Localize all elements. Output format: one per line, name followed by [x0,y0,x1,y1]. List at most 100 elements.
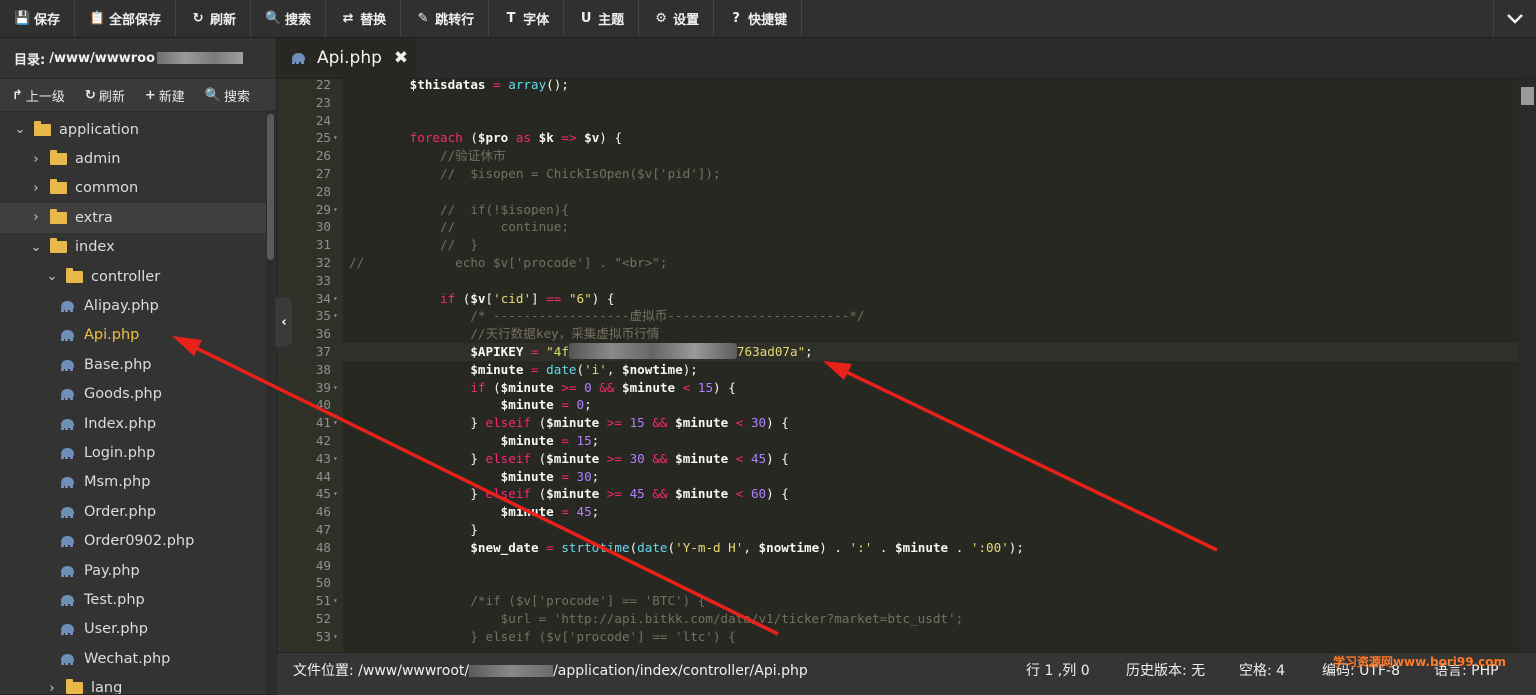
save-all-button[interactable]: 📋 全部保存 [75,0,177,37]
tree-folder[interactable]: › common [0,174,266,203]
cursor-position[interactable]: 行 1 ,列 0 [1026,653,1090,689]
editor-scrollbar[interactable] [1519,79,1536,652]
tree-file[interactable]: Order.php [0,497,266,526]
save-button[interactable]: 💾 保存 [0,0,76,37]
theme-button[interactable]: U 主题 [564,0,640,37]
tree-file[interactable]: Index.php [0,409,266,438]
code-token: ; [591,433,600,448]
code-line[interactable]: 34 ▾ if ($v['cid'] == "6") { [277,290,1519,308]
code-line[interactable]: 36 //天行数据key，采集虚拟币行情 [277,325,1519,343]
chevron-right-icon[interactable]: › [44,681,60,694]
code-line[interactable]: 23 [277,94,1519,112]
code-line[interactable]: 42 $minute = 15; [277,432,1519,450]
code-line[interactable]: 46 $minute = 45; [277,503,1519,521]
indent-spaces[interactable]: 空格: 4 [1239,653,1285,689]
code-line[interactable]: 26 //验证休市 [277,147,1519,165]
chevron-down-icon[interactable]: ⌄ [44,269,60,284]
chevron-right-icon[interactable]: › [28,152,44,167]
line-number: 52 [315,611,331,626]
code-line[interactable]: 28 [277,183,1519,201]
code-line[interactable]: 22 $thisdatas = array(); [277,79,1519,94]
fold-toggle-icon[interactable]: ▾ [333,628,338,646]
chevron-down-icon[interactable]: ⌄ [12,122,28,137]
code-line[interactable]: 50 [277,574,1519,592]
code-line[interactable]: 30 // continue; [277,218,1519,236]
code-line[interactable]: 41 ▾ } elseif ($minute >= 15 && $minute <… [277,414,1519,432]
code-line[interactable]: 33 [277,272,1519,290]
fold-toggle-icon[interactable]: ▾ [333,201,338,219]
sidebar-scrollbar-thumb[interactable] [267,114,274,260]
search-button[interactable]: 🔍 搜索 [251,0,327,37]
tree-file[interactable]: Api.php [0,321,266,350]
refresh-button[interactable]: ↻ 刷新 [73,86,133,105]
code-line[interactable]: 44 $minute = 30; [277,468,1519,486]
code-line[interactable]: 25 ▾ foreach ($pro as $k => $v) { [277,129,1519,147]
parent-dir-button[interactable]: ↱ 上一级 [0,86,73,105]
tree-folder[interactable]: ⌄ index [0,233,266,262]
code-line[interactable]: 49 [277,557,1519,575]
tab-api-php[interactable]: Api.php ✖ [277,38,417,78]
code-line[interactable]: 24 [277,112,1519,130]
editor-scrollbar-thumb[interactable] [1521,87,1534,105]
code-line[interactable]: 53 ▾ } elseif ($v['procode'] == 'ltc') { [277,628,1519,646]
code-line[interactable]: 27 // $isopen = ChickIsOpen($v['pid']); [277,165,1519,183]
goto-line-button[interactable]: ✎ 跳转行 [401,0,490,37]
code-line[interactable]: 35 ▾ /* ------------------虚拟币------------… [277,307,1519,325]
tree-file[interactable]: Wechat.php [0,644,266,673]
fold-toggle-icon[interactable]: ▾ [333,307,338,325]
chevron-down-icon[interactable]: ⌄ [28,240,44,255]
tree-file[interactable]: Order0902.php [0,526,266,555]
code-line[interactable]: 32 // echo $v['procode'] . "<br>"; [277,254,1519,272]
sidebar-collapse-handle[interactable]: ‹ [276,297,292,347]
code-line[interactable]: 40 $minute = 0; [277,396,1519,414]
tree-file[interactable]: Test.php [0,585,266,614]
font-button[interactable]: T 字体 [489,0,565,37]
tree-file[interactable]: Msm.php [0,468,266,497]
tree-file[interactable]: Goods.php [0,380,266,409]
refresh-button[interactable]: ↻ 刷新 [176,0,252,37]
code-editor[interactable]: 22 $thisdatas = array(); 23 24 25 ▾ foreach … [277,79,1519,652]
code-line[interactable]: 29 ▾ // if(!$isopen){ [277,201,1519,219]
code-line[interactable]: 39 ▾ if ($minute >= 0 && $minute < 15) { [277,379,1519,397]
code-text: /* ------------------虚拟币----------------… [349,307,864,325]
tree-file[interactable]: Alipay.php [0,291,266,320]
shortcuts-button[interactable]: ? 快捷键 [714,0,803,37]
code-line[interactable]: 52 $url = 'http://api.bitkk.com/data/v1/… [277,610,1519,628]
history-versions[interactable]: 历史版本: 无 [1126,653,1205,689]
close-icon[interactable]: ✖ [394,48,408,68]
chevron-right-icon[interactable]: › [28,210,44,225]
code-line[interactable]: 47 } [277,521,1519,539]
replace-button[interactable]: ⇄ 替换 [326,0,402,37]
code-line[interactable]: 31 // } [277,236,1519,254]
tree-folder[interactable]: › extra [0,203,266,233]
tree-file[interactable]: Pay.php [0,556,266,585]
code-line[interactable]: 37 $APIKEY = "4f 763ad07a"; [277,343,1519,361]
chevron-right-icon[interactable]: › [28,181,44,196]
new-button[interactable]: + 新建 [133,86,193,105]
code-line[interactable]: 38 $minute = date('i', $nowtime); [277,361,1519,379]
tree-folder[interactable]: › admin [0,144,266,173]
code-line[interactable]: 43 ▾ } elseif ($minute >= 30 && $minute <… [277,450,1519,468]
settings-button[interactable]: ⚙ 设置 [639,0,715,37]
tree-file[interactable]: Login.php [0,438,266,467]
fold-toggle-icon[interactable]: ▾ [333,129,338,147]
code-line[interactable]: 51 ▾ /*if ($v['procode'] == 'BTC') { [277,592,1519,610]
code-line[interactable]: 48 $new_date = strtotime(date('Y-m-d H',… [277,539,1519,557]
code-text: } [349,521,478,539]
tree-folder[interactable]: › lang [0,673,266,694]
fold-toggle-icon[interactable]: ▾ [333,290,338,308]
tree-file[interactable]: User.php [0,615,266,644]
code-line[interactable]: 45 ▾ } elseif ($minute >= 45 && $minute <… [277,485,1519,503]
tree-folder[interactable]: ⌄ controller [0,262,266,291]
fold-toggle-icon[interactable]: ▾ [333,414,338,432]
code-token: $minute [675,450,729,466]
fold-toggle-icon[interactable]: ▾ [333,485,338,503]
collapse-toolbar-button[interactable] [1493,0,1536,37]
search-button[interactable]: 🔍 搜索 [193,86,258,105]
tree-file[interactable]: Base.php [0,350,266,379]
fold-toggle-icon[interactable]: ▾ [333,379,338,397]
tree-folder[interactable]: ⌄ application [0,115,266,144]
sidebar-scrollbar[interactable] [266,110,275,694]
fold-toggle-icon[interactable]: ▾ [333,450,338,468]
fold-toggle-icon[interactable]: ▾ [333,592,338,610]
